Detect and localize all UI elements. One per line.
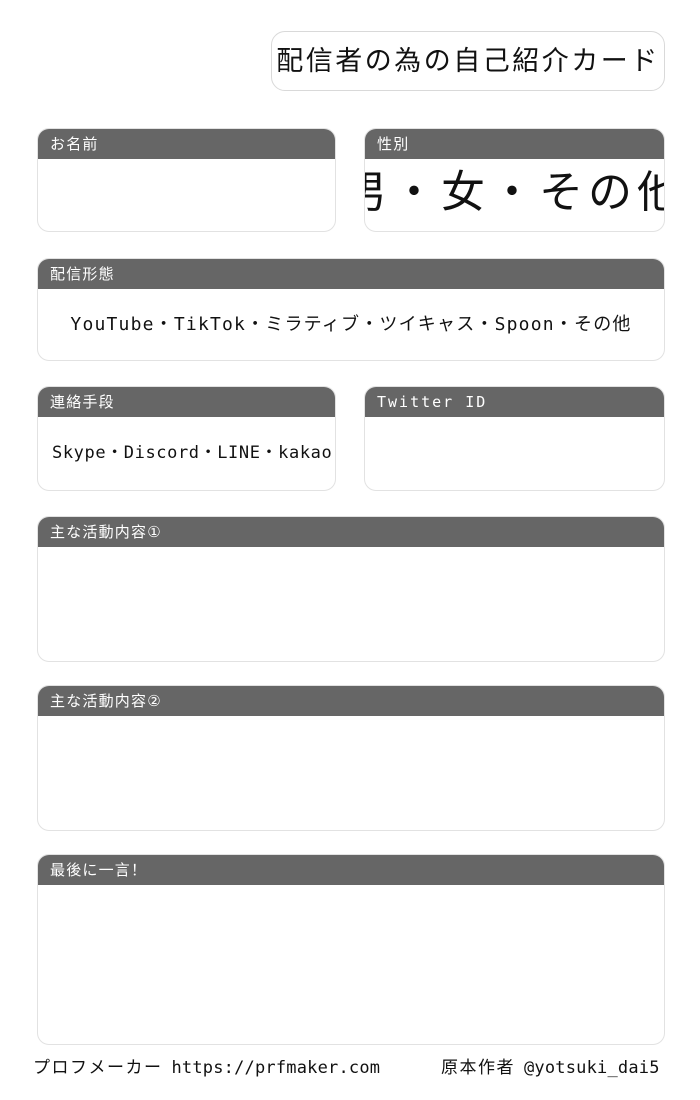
field-label-name: お名前 [50,134,99,153]
field-label-twitter: Twitter ID [377,392,488,411]
field-value-platform: YouTube・TikTok・ミラティブ・ツイキャス・Spoon・その他 [70,313,632,335]
footer-maker: プロフメーカー https://prfmaker.com [33,1060,380,1077]
field-input-platform[interactable]: YouTube・TikTok・ミラティブ・ツイキャス・Spoon・その他 [38,289,664,360]
field-input-last-word[interactable] [38,885,664,1044]
footer-maker-url[interactable]: https://prfmaker.com [172,1060,381,1077]
field-header-name: お名前 [38,129,335,159]
field-input-twitter[interactable] [365,417,664,490]
field-header-contact: 連絡手段 [38,387,335,417]
field-header-platform: 配信形態 [38,259,664,289]
field-label-activity2: 主な活動内容② [50,691,162,710]
field-input-contact[interactable]: Skype・Discord・LINE・kakao [38,417,335,490]
field-card-twitter[interactable]: Twitter ID [364,386,665,491]
field-card-gender[interactable]: 性別 男・女・その他 [364,128,665,232]
field-input-gender[interactable]: 男・女・その他 [365,159,664,231]
field-label-activity1: 主な活動内容① [50,522,162,541]
field-header-last-word: 最後に一言！ [38,855,664,885]
field-card-last-word[interactable]: 最後に一言！ [37,854,665,1045]
field-card-contact[interactable]: 連絡手段 Skype・Discord・LINE・kakao [37,386,336,491]
footer-maker-label: プロフメーカー [33,1058,163,1078]
title-row: 配信者の為の自己紹介カード [0,0,700,118]
field-label-platform: 配信形態 [50,264,115,283]
card-title-box: 配信者の為の自己紹介カード [271,31,665,91]
footer-author: 原本作者 @yotsuki_dai5 [441,1060,660,1077]
footer-author-label: 原本作者 [441,1058,515,1078]
field-value-contact: Skype・Discord・LINE・kakao [52,443,333,463]
field-header-gender: 性別 [365,129,664,159]
field-value-gender: 男・女・その他 [365,167,664,218]
field-card-name[interactable]: お名前 [37,128,336,232]
field-header-activity1: 主な活動内容① [38,517,664,547]
field-card-activity1[interactable]: 主な活動内容① [37,516,665,662]
footer-author-handle[interactable]: @yotsuki_dai5 [524,1060,660,1077]
field-header-twitter: Twitter ID [365,387,664,417]
field-input-activity1[interactable] [38,547,664,661]
footer: プロフメーカー https://prfmaker.com 原本作者 @yotsu… [0,1060,700,1100]
field-input-name[interactable] [38,159,335,231]
field-header-activity2: 主な活動内容② [38,686,664,716]
field-card-activity2[interactable]: 主な活動内容② [37,685,665,831]
field-label-gender: 性別 [377,134,410,153]
field-input-activity2[interactable] [38,716,664,830]
field-card-platform[interactable]: 配信形態 YouTube・TikTok・ミラティブ・ツイキャス・Spoon・その… [37,258,665,361]
field-label-contact: 連絡手段 [50,392,115,411]
page-title: 配信者の為の自己紹介カード [276,45,660,77]
field-label-last-word: 最後に一言！ [50,860,148,879]
profile-card-sheet: 配信者の為の自己紹介カード お名前 性別 男・女・その他 配信形態 YouTub… [0,0,700,1100]
